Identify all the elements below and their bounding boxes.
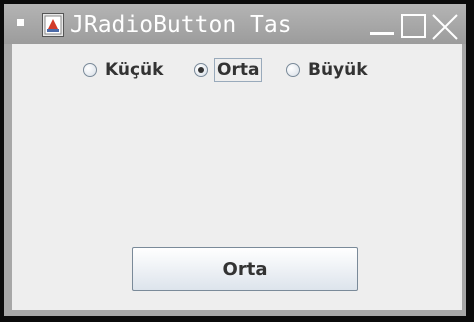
content-pane: Küçük Orta Büyük Orta <box>12 44 462 310</box>
window-menu-icon[interactable] <box>17 19 24 26</box>
java-app-icon <box>42 13 64 37</box>
radio-circle-selected[interactable] <box>194 63 208 77</box>
radio-kucuk[interactable]: Küçük <box>83 58 165 82</box>
size-radio-group: Küçük Orta Büyük <box>12 58 462 82</box>
close-icon[interactable] <box>430 13 460 41</box>
selected-size-button[interactable]: Orta <box>132 247 358 291</box>
radio-orta[interactable]: Orta <box>194 58 263 82</box>
radio-label[interactable]: Küçük <box>103 59 165 81</box>
radio-circle[interactable] <box>83 63 97 77</box>
radio-label[interactable]: Büyük <box>306 59 370 81</box>
radio-buyuk[interactable]: Büyük <box>286 58 370 82</box>
window-title: JRadioButton Tas <box>70 12 292 38</box>
radio-circle[interactable] <box>286 63 300 77</box>
minimize-icon[interactable] <box>368 13 396 37</box>
radio-label[interactable]: Orta <box>214 58 263 82</box>
radio-selected-dot <box>198 67 204 73</box>
selected-size-label: Orta <box>222 258 268 280</box>
title-bar[interactable]: JRadioButton Tas <box>4 4 466 44</box>
maximize-icon[interactable] <box>400 13 428 39</box>
app-window: JRadioButton Tas Küçük Orta Büyük Orta <box>4 4 466 316</box>
